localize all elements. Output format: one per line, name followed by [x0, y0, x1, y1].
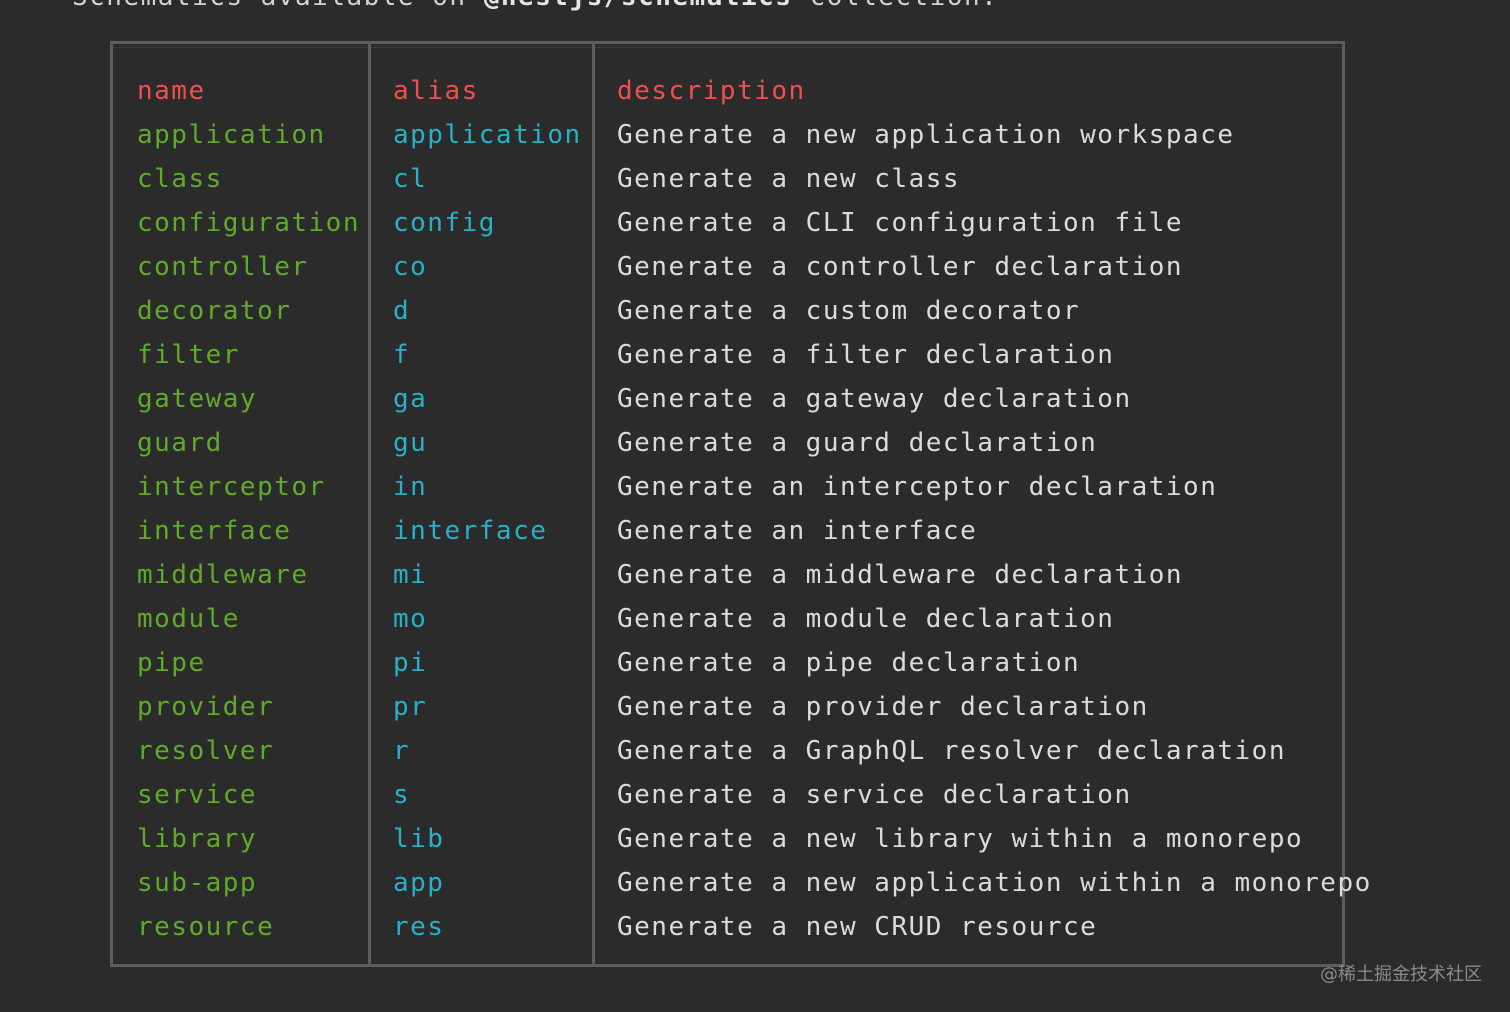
table-row: module mo Generate a module declaration — [113, 597, 1342, 641]
table-row: library lib Generate a new library within … — [113, 817, 1342, 861]
schematic-description: Generate a new class — [617, 164, 961, 194]
table-row: class cl Generate a new class — [113, 157, 1342, 201]
table-row: filter f Generate a filter declaration — [113, 333, 1342, 377]
schematics-table: name alias description application applic… — [110, 41, 1370, 967]
table-row: interface interface Generate an interface — [113, 509, 1342, 553]
schematic-alias: res — [393, 912, 445, 942]
schematic-description: Generate a filter declaration — [617, 340, 1115, 370]
schematic-name: application — [137, 120, 326, 150]
table-row: middleware mi Generate a middleware declar… — [113, 553, 1342, 597]
schematic-name: provider — [137, 692, 275, 722]
schematic-alias: f — [393, 340, 411, 370]
schematic-description: Generate a pipe declaration — [617, 648, 1081, 678]
schematic-alias: app — [393, 868, 445, 898]
schematic-description: Generate a CLI configuration file — [617, 208, 1184, 238]
schematic-description: Generate a new application workspace — [617, 120, 1235, 150]
schematic-name: configuration — [137, 208, 360, 238]
schematic-name: resource — [137, 912, 275, 942]
table-row: gateway ga Generate a gateway declaration — [113, 377, 1342, 421]
schematic-alias: lib — [393, 824, 445, 854]
table-row: resource res Generate a new CRUD resource — [113, 905, 1342, 949]
schematic-name: service — [137, 780, 258, 810]
schematic-description: Generate a guard declaration — [617, 428, 1098, 458]
table-row: service s Generate a service declaration — [113, 773, 1342, 817]
schematic-name: gateway — [137, 384, 258, 414]
schematic-description: Generate a middleware declaration — [617, 560, 1184, 590]
table-row: guard gu Generate a guard declaration — [113, 421, 1342, 465]
schematic-alias: mo — [393, 604, 428, 634]
schematic-name: class — [137, 164, 223, 194]
schematic-description: Generate a provider declaration — [617, 692, 1149, 722]
schematic-name: controller — [137, 252, 309, 282]
schematic-name: pipe — [137, 648, 206, 678]
schematic-name: decorator — [137, 296, 292, 326]
schematic-alias: interface — [393, 516, 548, 546]
schematic-alias: mi — [393, 560, 428, 590]
schematic-name: interface — [137, 516, 292, 546]
schematic-description: Generate a module declaration — [617, 604, 1115, 634]
table-row: decorator d Generate a custom decorator — [113, 289, 1342, 333]
table-row: provider pr Generate a provider declaratio… — [113, 685, 1342, 729]
schematic-description: Generate a service declaration — [617, 780, 1132, 810]
schematic-alias: application — [393, 120, 582, 150]
table-header-row: name alias description — [113, 69, 1342, 113]
schematic-alias: config — [393, 208, 496, 238]
schematic-alias: s — [393, 780, 411, 810]
intro-suffix: collection: — [792, 0, 998, 12]
watermark-text: @稀土掘金技术社区 — [1320, 964, 1482, 985]
intro-prefix: Schematics available on — [72, 0, 484, 12]
header-name: name — [137, 76, 206, 106]
header-alias: alias — [393, 76, 479, 106]
schematic-alias: co — [393, 252, 428, 282]
table-row: application application Generate a new app… — [113, 113, 1342, 157]
collection-name: @nestjs/schematics — [484, 0, 793, 12]
schematic-name: filter — [137, 340, 240, 370]
table-row: resolver r Generate a GraphQL resolver dec… — [113, 729, 1342, 773]
schematic-alias: d — [393, 296, 411, 326]
schematic-description: Generate an interface — [617, 516, 978, 546]
schematic-name: resolver — [137, 736, 275, 766]
schematic-alias: pi — [393, 648, 428, 678]
collection-intro-line: Schematics available on @nestjs/schemati… — [72, 0, 998, 14]
schematic-name: module — [137, 604, 240, 634]
schematic-alias: r — [393, 736, 411, 766]
table-body: name alias description application applic… — [113, 69, 1370, 949]
table-row: controller co Generate a controller declar… — [113, 245, 1342, 289]
schematic-alias: gu — [393, 428, 428, 458]
schematic-name: library — [137, 824, 258, 854]
schematic-alias: cl — [393, 164, 428, 194]
schematic-description: Generate a custom decorator — [617, 296, 1081, 326]
schematic-description: Generate an interceptor declaration — [617, 472, 1218, 502]
schematic-name: middleware — [137, 560, 309, 590]
schematic-description: Generate a new CRUD resource — [617, 912, 1098, 942]
schematic-alias: ga — [393, 384, 428, 414]
schematic-description: Generate a controller declaration — [617, 252, 1184, 282]
schematic-alias: pr — [393, 692, 428, 722]
schematic-name: guard — [137, 428, 223, 458]
schematic-description: Generate a GraphQL resolver declaration — [617, 736, 1286, 766]
schematic-description: Generate a new application within a mono… — [617, 868, 1372, 898]
schematic-name: sub-app — [137, 868, 258, 898]
table-row: configuration config Generate a CLI config… — [113, 201, 1342, 245]
table-row: pipe pi Generate a pipe declaration — [113, 641, 1342, 685]
table-row: interceptor in Generate an interceptor dec… — [113, 465, 1342, 509]
schematic-description: Generate a new library within a monorepo — [617, 824, 1304, 854]
schematic-alias: in — [393, 472, 428, 502]
table-row: sub-app app Generate a new application wit… — [113, 861, 1370, 905]
schematic-description: Generate a gateway declaration — [617, 384, 1132, 414]
header-description: description — [617, 76, 806, 106]
schematic-name: interceptor — [137, 472, 326, 502]
